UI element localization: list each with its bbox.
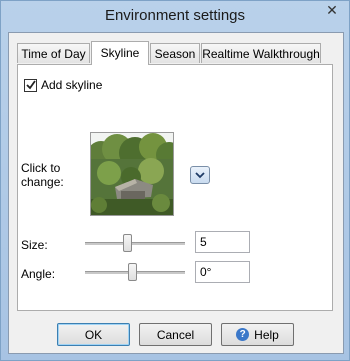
tab-realtime-walkthrough[interactable]: Realtime Walkthrough [201, 43, 321, 63]
add-skyline-checkbox[interactable] [24, 78, 37, 92]
tab-season[interactable]: Season [150, 43, 200, 63]
ok-button[interactable]: OK [57, 323, 130, 346]
tab-skyline[interactable]: Skyline [91, 41, 149, 65]
window-title: Environment settings [104, 7, 246, 24]
close-button[interactable]: ✕ [321, 2, 343, 20]
size-label: Size: [21, 238, 48, 252]
angle-slider-thumb[interactable] [128, 263, 137, 281]
cancel-button[interactable]: Cancel [139, 323, 212, 346]
dialog-body: Time of Day Skyline Season Realtime Walk… [8, 32, 344, 354]
size-slider-thumb[interactable] [123, 234, 132, 252]
angle-field[interactable] [195, 261, 250, 283]
cancel-button-label: Cancel [156, 327, 195, 342]
checkmark-icon [25, 80, 36, 90]
skyline-panel: Add skyline Click to change: Size: 5 Ang… [17, 64, 333, 311]
help-button-label: Help [254, 327, 279, 342]
angle-slider[interactable] [85, 262, 185, 282]
skyline-preview-image[interactable] [90, 132, 174, 216]
environment-settings-window: Environment settings ✕ Time of Day Skyli… [0, 0, 350, 361]
add-skyline-checkbox-row[interactable]: Add skyline [24, 77, 102, 93]
close-icon: ✕ [326, 2, 338, 18]
add-skyline-label: Add skyline [41, 78, 103, 92]
help-icon: ? [236, 328, 250, 341]
angle-label: Angle: [21, 267, 56, 281]
chevron-down-icon [195, 172, 205, 179]
size-field[interactable] [195, 231, 250, 253]
click-to-change-label: Click to change: [21, 161, 64, 189]
forest-thumbnail-icon [91, 133, 173, 215]
help-button[interactable]: ? Help [221, 323, 294, 346]
ok-button-label: OK [84, 327, 103, 342]
tab-time-of-day[interactable]: Time of Day [17, 43, 90, 63]
size-slider[interactable] [85, 233, 185, 253]
skyline-dropdown-button[interactable] [190, 166, 210, 184]
